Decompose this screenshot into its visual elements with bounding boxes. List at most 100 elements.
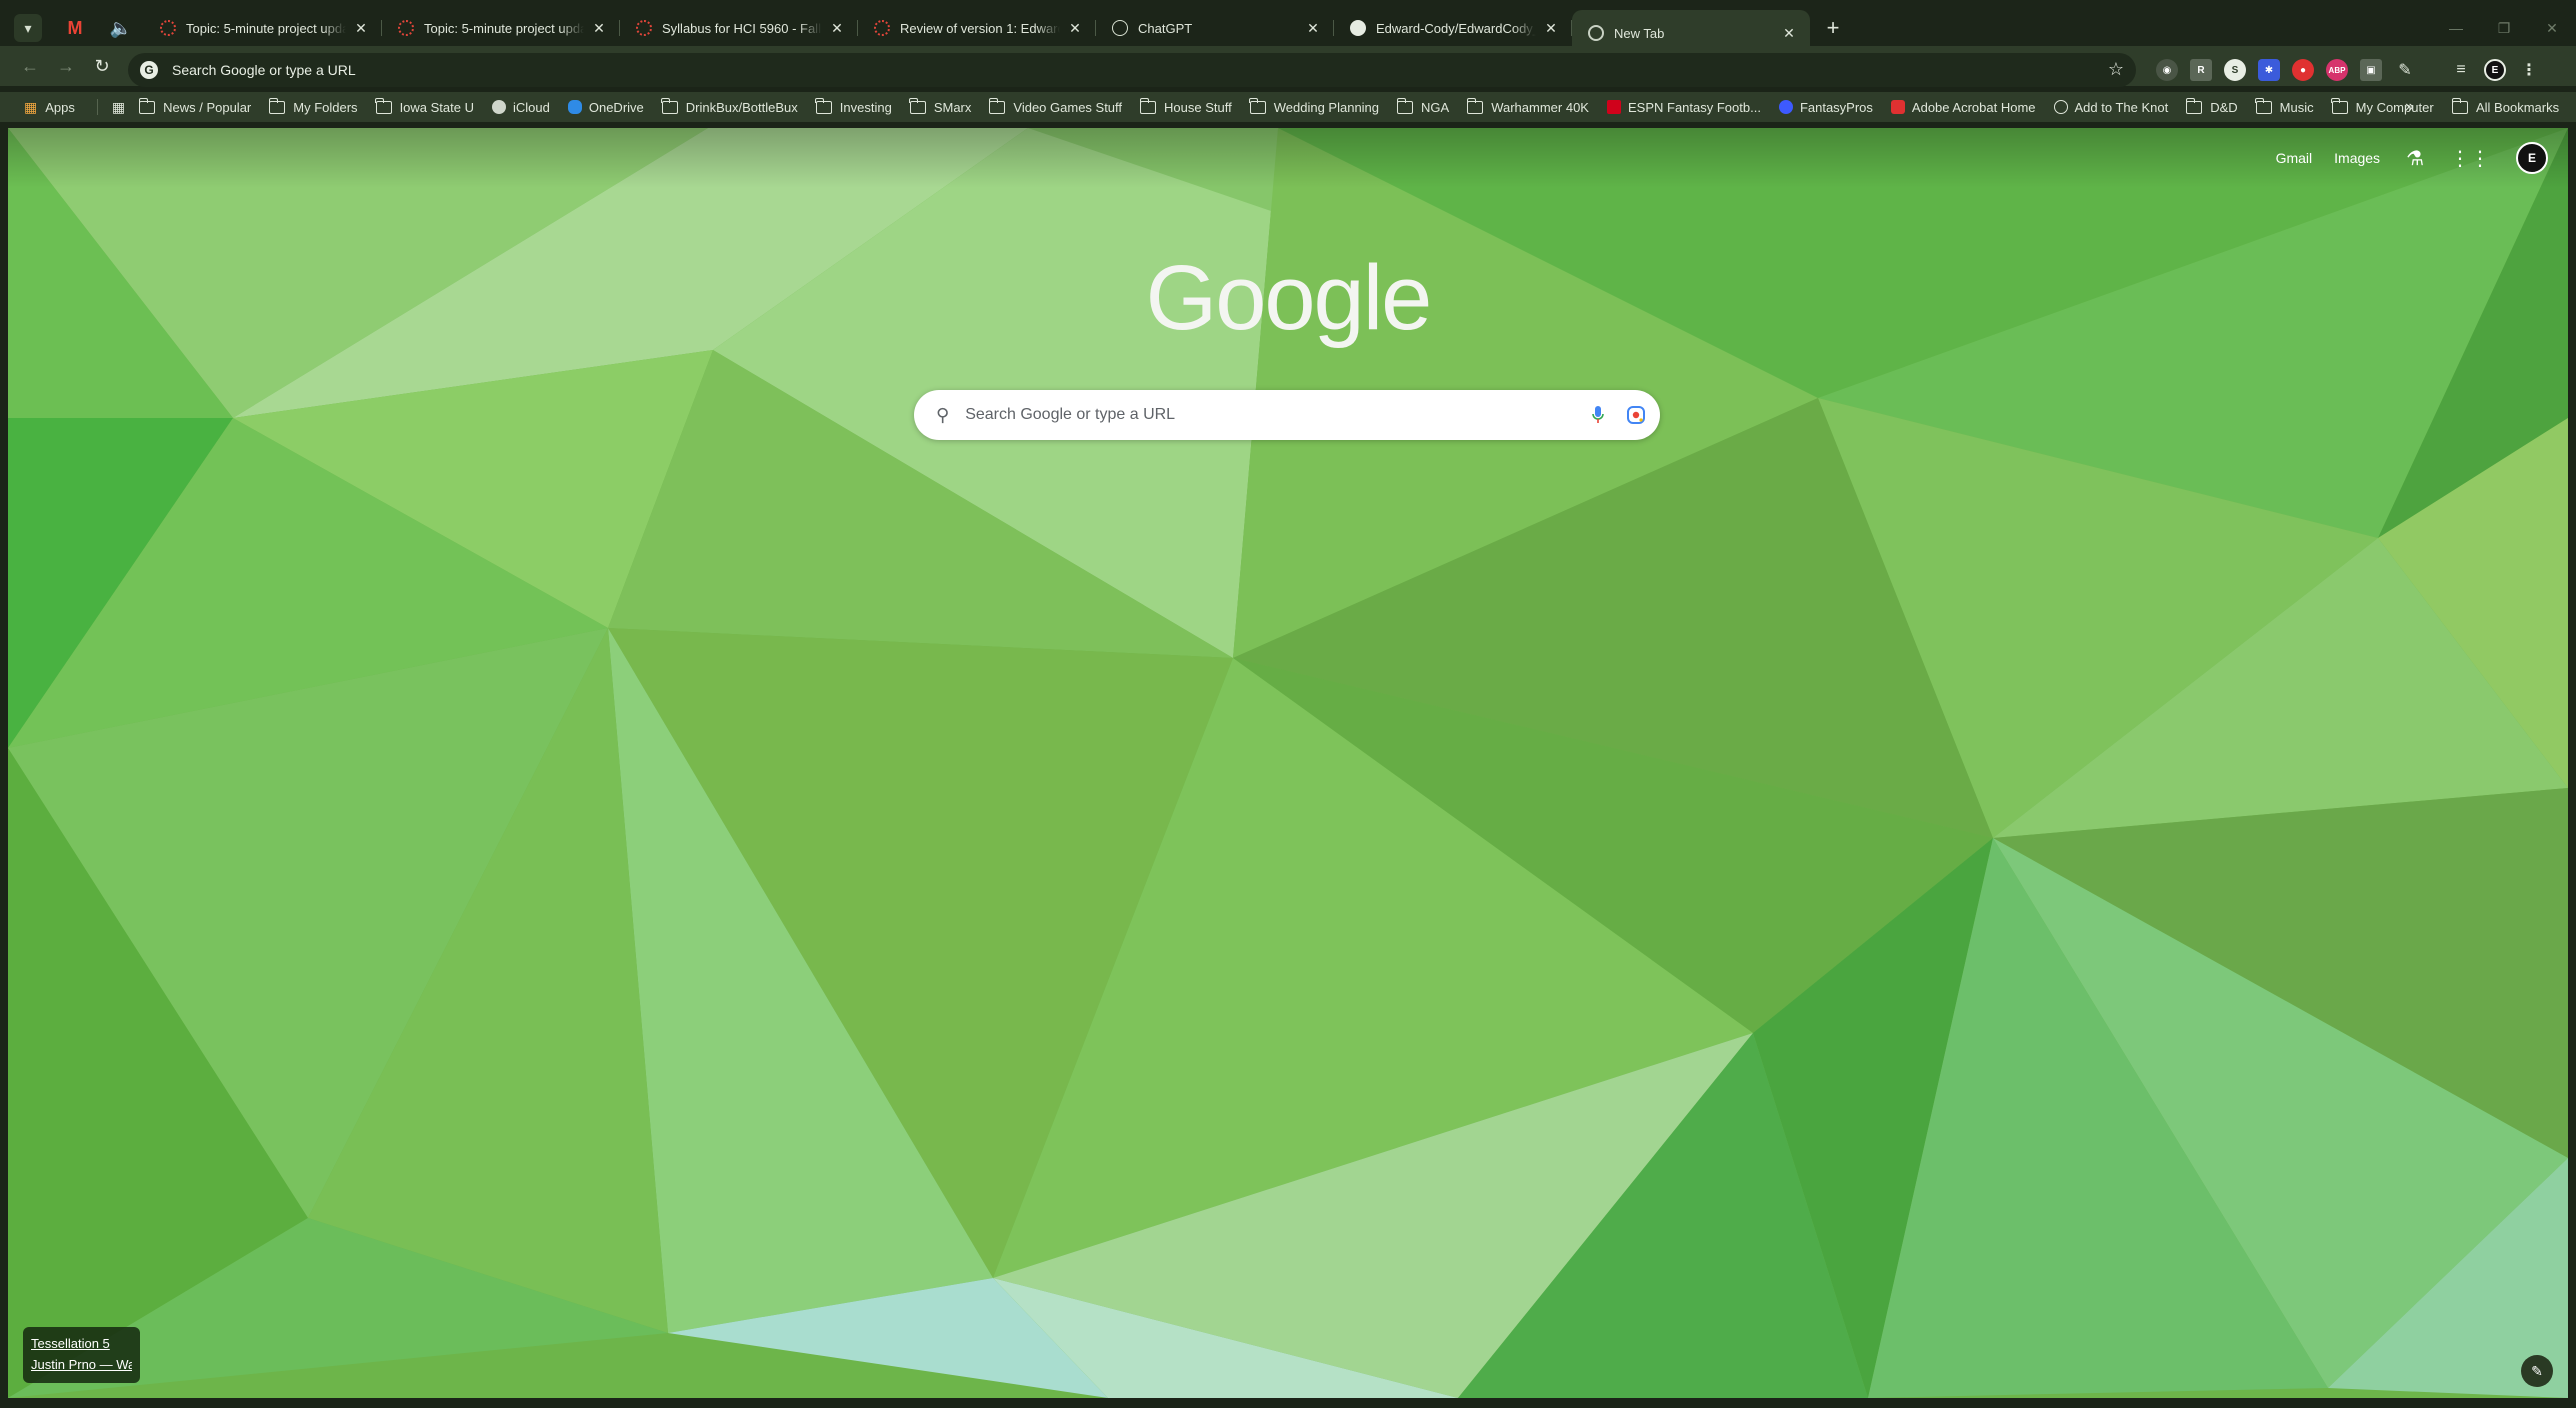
tab-1[interactable]: Topic: 5-minute project update ✕: [382, 8, 620, 48]
bookmark-label: My Folders: [293, 99, 358, 115]
camera-extension-icon[interactable]: ◉: [2156, 59, 2178, 81]
close-icon[interactable]: ✕: [590, 19, 608, 37]
apple-icon: [492, 100, 506, 114]
bookmark-label: Apps: [45, 99, 75, 115]
tab-3[interactable]: Review of version 1: Edward Cody ✕: [858, 8, 1096, 48]
close-icon[interactable]: ✕: [1780, 24, 1798, 42]
tab-search-chevron-icon[interactable]: ▾: [14, 14, 42, 42]
tab-5[interactable]: Edward-Cody/EdwardCody_Project ✕: [1334, 8, 1572, 48]
bookmark-label: Adobe Acrobat Home: [1911, 99, 2036, 115]
bookmarks-overflow-chevron-icon[interactable]: »: [2405, 92, 2414, 122]
bookmark-folder[interactable]: My Computer: [2331, 97, 2434, 115]
folder-icon: [375, 97, 392, 114]
bookmark-folder[interactable]: My Folders: [268, 97, 358, 115]
close-icon[interactable]: ✕: [1542, 19, 1560, 37]
bookmark-site[interactable]: ESPN Fantasy Footb...: [1606, 100, 1761, 115]
tab-title: Syllabus for HCI 5960 - Fall 2024: [662, 20, 822, 36]
reload-icon[interactable]: ↻: [84, 48, 120, 84]
bookmark-folder[interactable]: Music: [2255, 97, 2314, 115]
bookmark-folder[interactable]: Video Games Stuff: [988, 97, 1122, 115]
gmail-link[interactable]: Gmail: [2276, 150, 2313, 166]
reader-extension-icon[interactable]: R: [2190, 59, 2212, 81]
pinned-gmail-icon[interactable]: M: [52, 8, 98, 48]
square-extension-icon[interactable]: ▣: [2360, 59, 2382, 81]
folder-icon: [815, 97, 832, 114]
bookmark-folder[interactable]: SMarx: [909, 97, 972, 115]
adobe-acrobat-icon: [1890, 100, 1905, 114]
labs-flask-icon[interactable]: ⚗: [2406, 146, 2424, 171]
folder-icon: [268, 97, 286, 114]
ntp-search-input[interactable]: [963, 405, 1584, 425]
bookmark-tabgroups[interactable]: ▦: [112, 99, 125, 116]
attribution-title[interactable]: Tessellation 5: [31, 1333, 132, 1354]
bookmark-folder[interactable]: D&D: [2185, 97, 2238, 115]
all-bookmarks-button[interactable]: All Bookmarks: [2451, 92, 2560, 122]
s-extension-icon[interactable]: S: [2224, 59, 2246, 81]
folder-icon: [138, 97, 156, 114]
bookmark-label: SMarx: [933, 99, 972, 115]
profile-avatar-icon[interactable]: E: [2484, 59, 2506, 81]
bookmark-label: House Stuff: [1164, 99, 1232, 115]
bookmark-folder[interactable]: DrinkBux/BottleBux: [661, 97, 798, 115]
folder-icon: [2255, 97, 2272, 114]
blue-extension-icon[interactable]: ✱: [2258, 59, 2280, 81]
background-attribution[interactable]: Tessellation 5 Justin Prno — Walli: [23, 1327, 140, 1383]
forward-arrow-icon[interactable]: →: [48, 48, 84, 84]
bookmark-site[interactable]: Adobe Acrobat Home: [1890, 99, 2036, 115]
abp-extension-icon[interactable]: ABP: [2326, 59, 2348, 81]
bookmark-label: FantasyPros: [1799, 99, 1873, 115]
google-lens-icon[interactable]: [1622, 401, 1650, 429]
folder-icon: [2331, 97, 2348, 114]
bookmark-site[interactable]: FantasyPros: [1778, 99, 1873, 115]
tab-4[interactable]: ChatGPT ✕: [1096, 8, 1334, 48]
new-tab-page: Gmail Images ⚗ ⋮⋮ E Google ⚲ Tessellatio…: [8, 128, 2568, 1398]
bookmark-site[interactable]: Add to The Knot: [2053, 100, 2168, 115]
canvas-icon: [874, 20, 890, 36]
bookmark-apps[interactable]: ▦ Apps: [24, 99, 75, 116]
bookmark-folder[interactable]: Iowa State U: [375, 97, 474, 115]
ntp-search-box[interactable]: ⚲: [914, 390, 1660, 440]
all-bookmarks-label: All Bookmarks: [2476, 99, 2560, 115]
voice-search-mic-icon[interactable]: [1584, 401, 1612, 429]
bookmark-label: OneDrive: [588, 99, 644, 115]
customize-pencil-icon[interactable]: ✎: [2521, 1355, 2553, 1387]
bookmark-folder[interactable]: News / Popular: [138, 97, 251, 115]
puzzle-extensions-icon[interactable]: ✎: [2394, 59, 2416, 81]
close-icon[interactable]: ✕: [1304, 19, 1322, 37]
new-tab-plus-icon[interactable]: +: [1818, 13, 1848, 43]
folder-icon: [909, 97, 926, 114]
bookmark-label: Warhammer 40K: [1491, 99, 1589, 115]
account-avatar[interactable]: E: [2516, 142, 2548, 174]
attribution-author[interactable]: Justin Prno — Walli: [31, 1354, 132, 1375]
bookmark-folder[interactable]: Investing: [815, 97, 892, 115]
bookmark-site[interactable]: iCloud: [492, 100, 550, 115]
onedrive-cloud-icon: [567, 100, 582, 114]
tab-groups-icon: ▦: [111, 98, 126, 115]
red-extension-icon[interactable]: ●: [2292, 59, 2314, 81]
google-logo: Google: [1145, 247, 1433, 349]
bookmark-label: Music: [2279, 99, 2314, 115]
tab-title: Review of version 1: Edward Cody: [900, 20, 1060, 36]
close-icon[interactable]: ✕: [352, 19, 370, 37]
folder-icon: [1139, 97, 1157, 114]
tab-title: Edward-Cody/EdwardCody_Project: [1376, 20, 1536, 36]
close-icon[interactable]: ✕: [828, 19, 846, 37]
kebab-menu-icon[interactable]: ⋮: [2518, 59, 2540, 81]
bookmark-label: NGA: [1421, 99, 1450, 115]
bookmark-folder[interactable]: NGA: [1396, 97, 1450, 115]
bookmarks-bar: ▦ Apps ▦ News / Popular My Folders Iowa …: [0, 92, 2576, 122]
bookmark-star-icon[interactable]: ☆: [2108, 59, 2124, 80]
apps-grid-icon[interactable]: ⋮⋮: [2450, 146, 2490, 171]
omnibox[interactable]: G Search Google or type a URL ☆: [128, 53, 2136, 87]
close-icon[interactable]: ✕: [1066, 19, 1084, 37]
bookmark-folder[interactable]: House Stuff: [1139, 97, 1232, 115]
bookmark-folder[interactable]: Warhammer 40K: [1466, 97, 1589, 115]
media-queue-icon[interactable]: ≡: [2450, 59, 2472, 81]
tab-2[interactable]: Syllabus for HCI 5960 - Fall 2024 ✕: [620, 8, 858, 48]
bookmark-folder[interactable]: Wedding Planning: [1249, 97, 1379, 115]
bookmark-site[interactable]: OneDrive: [567, 99, 644, 115]
tab-0[interactable]: Topic: 5-minute project update ✕: [144, 8, 382, 48]
pinned-audio-icon[interactable]: 🔈: [98, 8, 144, 48]
images-link[interactable]: Images: [2334, 150, 2380, 166]
back-arrow-icon[interactable]: ←: [12, 48, 48, 84]
